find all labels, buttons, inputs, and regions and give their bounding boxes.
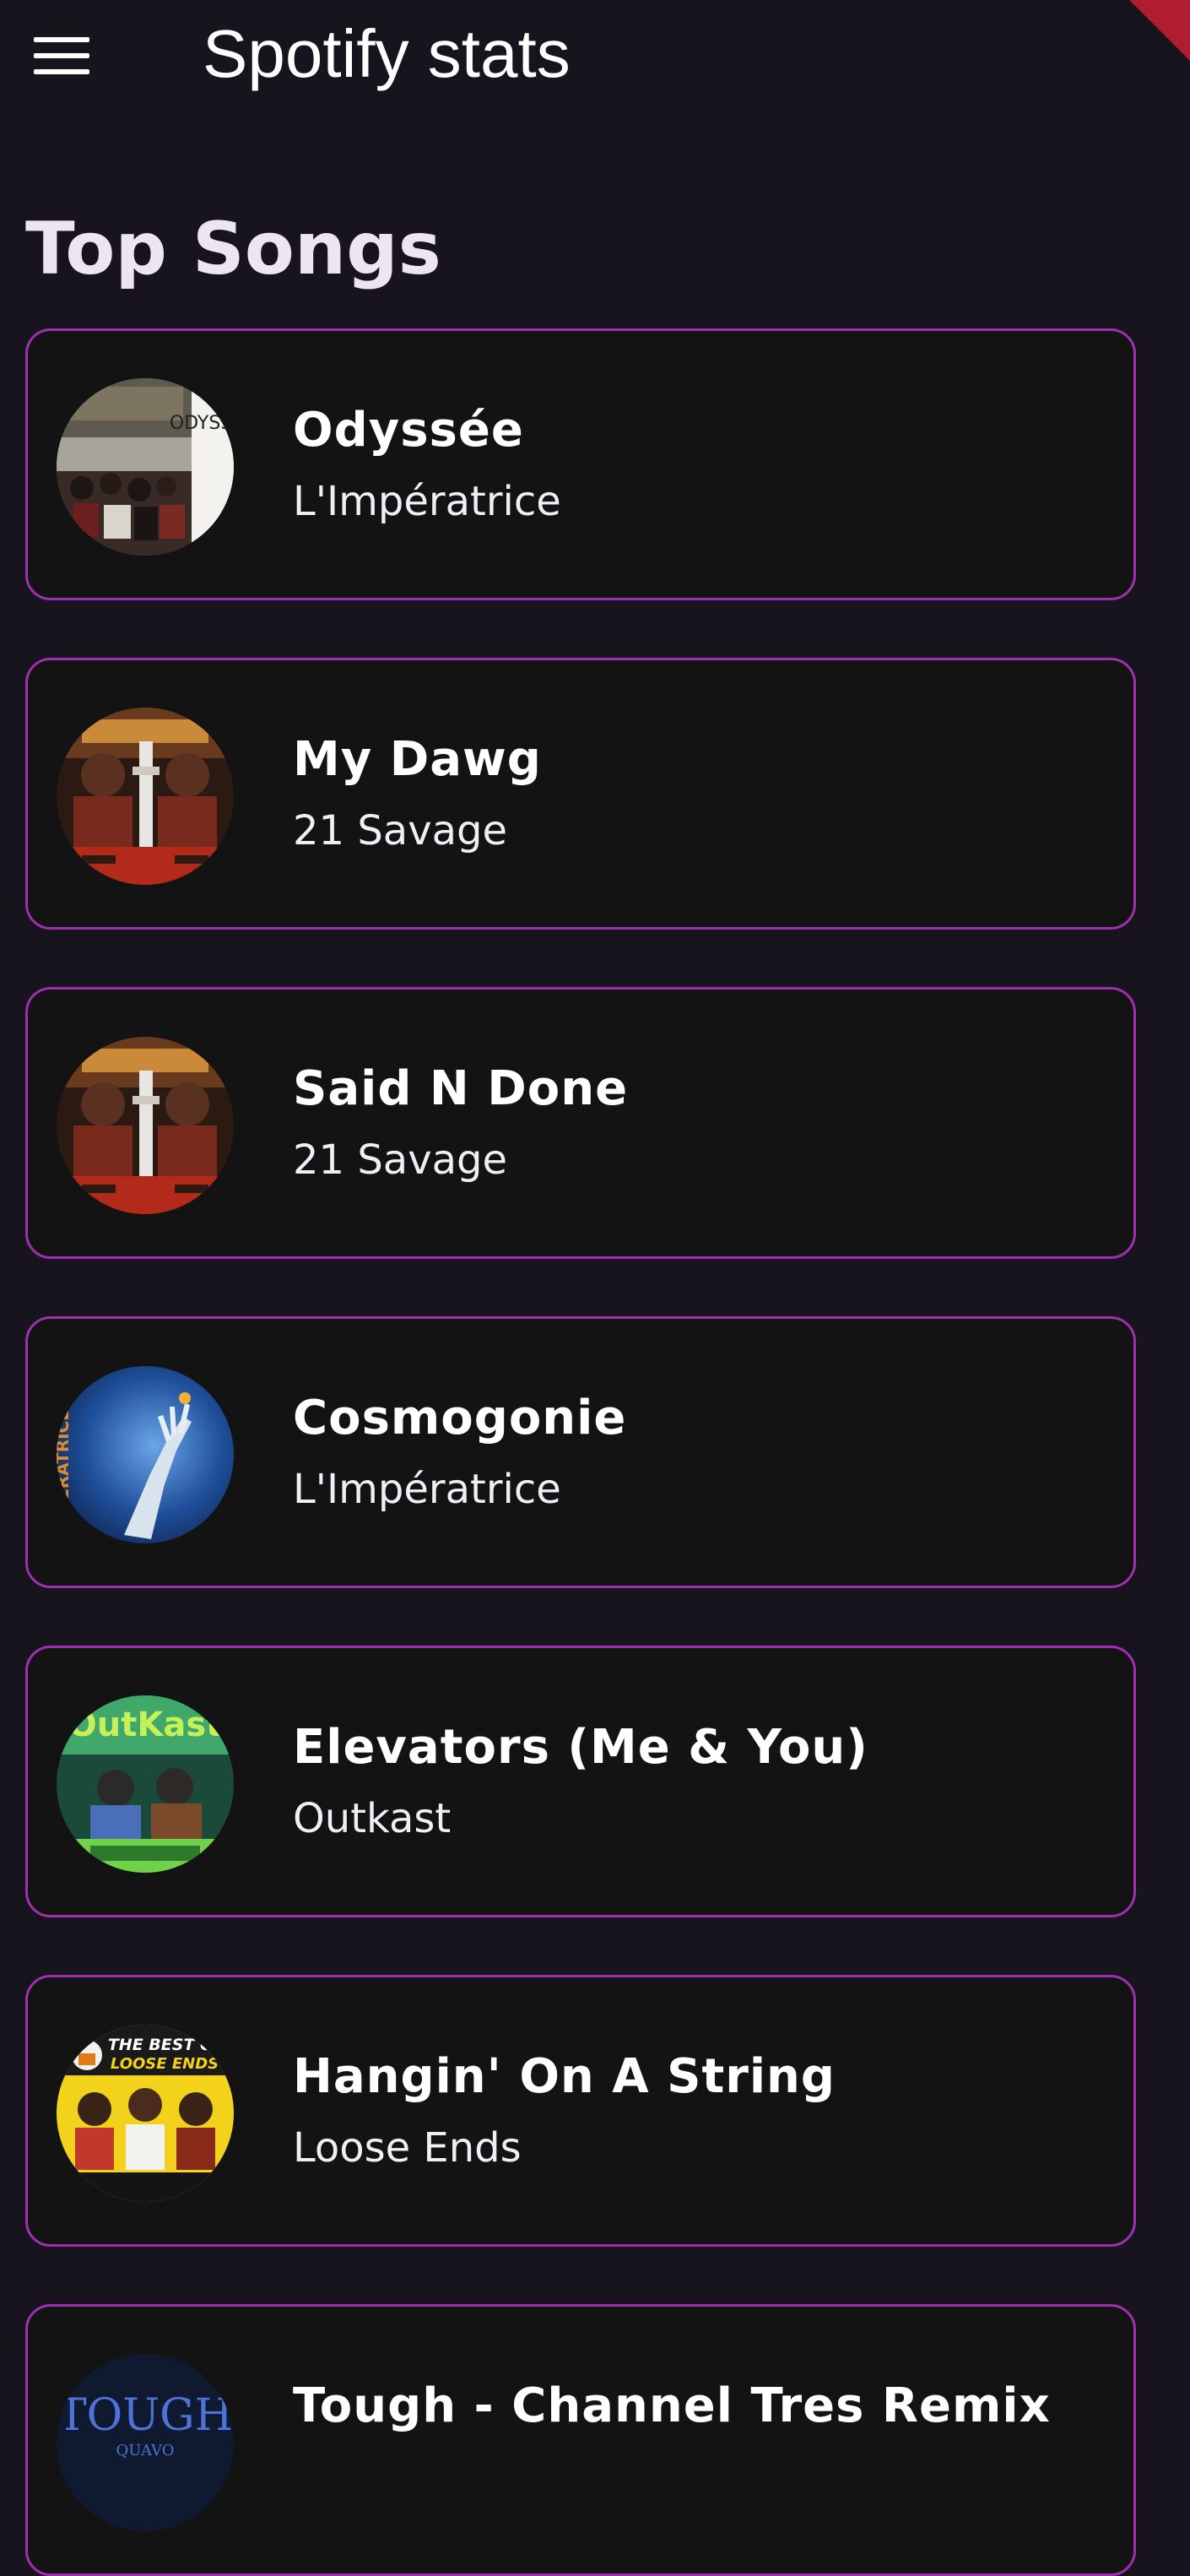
album-art-text: OutKast [68, 1706, 223, 1744]
song-title: Said N Done [293, 1061, 629, 1116]
song-artist: L'Impératrice [293, 478, 561, 525]
app-title: Spotify stats [203, 16, 571, 91]
song-artist: Loose Ends [293, 2124, 522, 2172]
song-artist: 21 Savage [293, 1136, 508, 1184]
section-title: Top Songs [25, 207, 441, 291]
debug-banner [1129, 0, 1190, 61]
song-card[interactable]: Said N Done 21 Savage [25, 987, 1136, 1259]
song-artist: 21 Savage [293, 807, 508, 854]
album-art-text: TOUGH [57, 2390, 233, 2441]
hamburger-menu-icon[interactable] [24, 25, 101, 86]
song-title: Cosmogonie [293, 1391, 627, 1445]
song-title: Elevators (Me & You) [293, 1720, 868, 1775]
album-art-text: ÉRATRICE [57, 1409, 73, 1500]
savage-mode-album-art [57, 708, 234, 885]
album-art-text: THE BEST OF [108, 2036, 224, 2054]
savage-mode-album-art [57, 1037, 234, 1214]
menu-bar-line [34, 53, 89, 58]
menu-bar-line [34, 37, 89, 42]
song-artist: L'Impératrice [293, 1466, 561, 1513]
cosmogonie-album-art: ÉRATRICE [57, 1366, 234, 1543]
song-card[interactable]: TOUGH QUAVO Tough - Channel Tres Remix [25, 2304, 1136, 2576]
odyssee-album-art: ODYSSÉE [57, 378, 234, 556]
outkast-album-art: OutKast [57, 1695, 234, 1873]
song-card[interactable]: ODYSSÉE Odyssée L'Impératrice [25, 328, 1136, 600]
song-title: Hangin' On A String [293, 2049, 836, 2104]
tough-album-art: TOUGH QUAVO [57, 2354, 234, 2531]
app-bar: Spotify stats [0, 0, 1190, 110]
song-card[interactable]: My Dawg 21 Savage [25, 658, 1136, 930]
song-title: Odyssée [293, 403, 524, 458]
album-art-text: QUAVO [116, 2442, 175, 2459]
song-card[interactable]: ÉRATRICE Cosmogonie L'Impératrice [25, 1316, 1136, 1588]
song-card[interactable]: OutKast Elevators (Me & You) Outkast [25, 1646, 1136, 1917]
song-title: My Dawg [293, 732, 542, 787]
album-art-text: LOOSE ENDS [111, 2055, 219, 2073]
album-art-text: ODYSSÉE [170, 412, 234, 434]
song-title: Tough - Channel Tres Remix [293, 2378, 1051, 2433]
song-card[interactable]: THE BEST OF LOOSE ENDS Hangin' On A Stri… [25, 1975, 1136, 2247]
song-artist: Outkast [293, 1795, 452, 1842]
loose-ends-album-art: THE BEST OF LOOSE ENDS [57, 2025, 234, 2202]
menu-bar-line [34, 69, 89, 74]
